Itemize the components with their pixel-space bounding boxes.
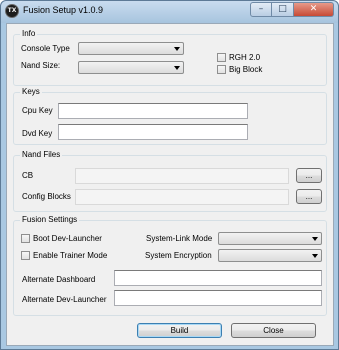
config-blocks-path-field	[75, 189, 289, 205]
close-window-button[interactable]: ✕	[294, 2, 334, 17]
dvd-key-input[interactable]	[58, 124, 248, 140]
keys-group-title: Keys	[20, 87, 42, 96]
chevron-down-icon	[312, 254, 318, 258]
minimize-icon: –	[258, 4, 264, 14]
chevron-down-icon	[312, 237, 318, 241]
close-button[interactable]: Close	[231, 323, 316, 338]
alternate-dev-launcher-input[interactable]	[114, 290, 322, 306]
system-link-mode-label: System-Link Mode	[146, 234, 213, 243]
console-type-label: Console Type	[21, 44, 70, 53]
system-encryption-label: System Encryption	[145, 251, 212, 260]
boot-dev-launcher-label: Boot Dev-Launcher	[33, 234, 102, 243]
dvd-key-label: Dvd Key	[22, 129, 53, 138]
chevron-down-icon	[174, 66, 180, 70]
big-block-checkbox-box[interactable]	[217, 65, 226, 74]
maximize-button[interactable]: □	[272, 2, 294, 17]
build-button[interactable]: Build	[137, 323, 222, 338]
cb-browse-button[interactable]: ...	[296, 168, 322, 183]
enable-trainer-mode-checkbox[interactable]: Enable Trainer Mode	[21, 251, 107, 260]
caption-buttons: – □ ✕	[250, 2, 334, 18]
info-group-title: Info	[20, 29, 38, 38]
cb-path-field	[75, 168, 289, 184]
client-area: Info Console Type Nand Size: RGH 2.0 Big…	[6, 23, 334, 346]
boot-dev-launcher-checkbox-box[interactable]	[21, 234, 30, 243]
info-group: Info Console Type Nand Size: RGH 2.0 Big…	[13, 29, 327, 86]
app-logo-icon: TX	[5, 4, 19, 18]
maximize-icon: □	[278, 4, 287, 14]
system-link-mode-dropdown[interactable]	[218, 232, 322, 245]
big-block-label: Big Block	[229, 65, 263, 74]
cpu-key-input[interactable]	[58, 103, 248, 119]
config-blocks-browse-button[interactable]: ...	[296, 189, 322, 204]
console-type-dropdown[interactable]	[78, 42, 184, 55]
rgh2-label: RGH 2.0	[229, 53, 261, 62]
cb-label: CB	[22, 171, 34, 180]
rgh2-checkbox[interactable]: RGH 2.0	[217, 53, 260, 62]
fusion-settings-group: Fusion Settings Boot Dev-Launcher Enable…	[13, 215, 327, 316]
alternate-dashboard-input[interactable]	[114, 270, 322, 286]
fusion-settings-group-title: Fusion Settings	[20, 215, 80, 224]
nand-size-label: Nand Size:	[21, 61, 61, 70]
enable-trainer-mode-label: Enable Trainer Mode	[33, 251, 108, 260]
chevron-down-icon	[174, 47, 180, 51]
big-block-checkbox[interactable]: Big Block	[217, 65, 262, 74]
system-encryption-dropdown[interactable]	[218, 249, 322, 262]
keys-group: Keys Cpu Key Dvd Key	[13, 87, 327, 145]
config-blocks-label: Config Blocks	[22, 192, 71, 201]
title-bar[interactable]: TX Fusion Setup v1.0.9 – □ ✕	[1, 1, 338, 23]
window-title: Fusion Setup v1.0.9	[23, 5, 104, 15]
boot-dev-launcher-checkbox[interactable]: Boot Dev-Launcher	[21, 234, 102, 243]
nand-files-group: Nand Files CB ... Config Blocks ...	[13, 150, 327, 212]
nand-size-dropdown[interactable]	[78, 61, 184, 74]
rgh2-checkbox-box[interactable]	[217, 53, 226, 62]
fusion-setup-window: TX Fusion Setup v1.0.9 – □ ✕ Info Consol…	[0, 0, 339, 350]
alternate-dashboard-label: Alternate Dashboard	[22, 275, 96, 284]
alternate-dev-launcher-label: Alternate Dev-Launcher	[22, 295, 107, 304]
minimize-button[interactable]: –	[250, 2, 272, 17]
nand-files-group-title: Nand Files	[20, 150, 63, 159]
cpu-key-label: Cpu Key	[22, 106, 53, 115]
enable-trainer-mode-checkbox-box[interactable]	[21, 251, 30, 260]
close-icon: ✕	[309, 4, 318, 14]
